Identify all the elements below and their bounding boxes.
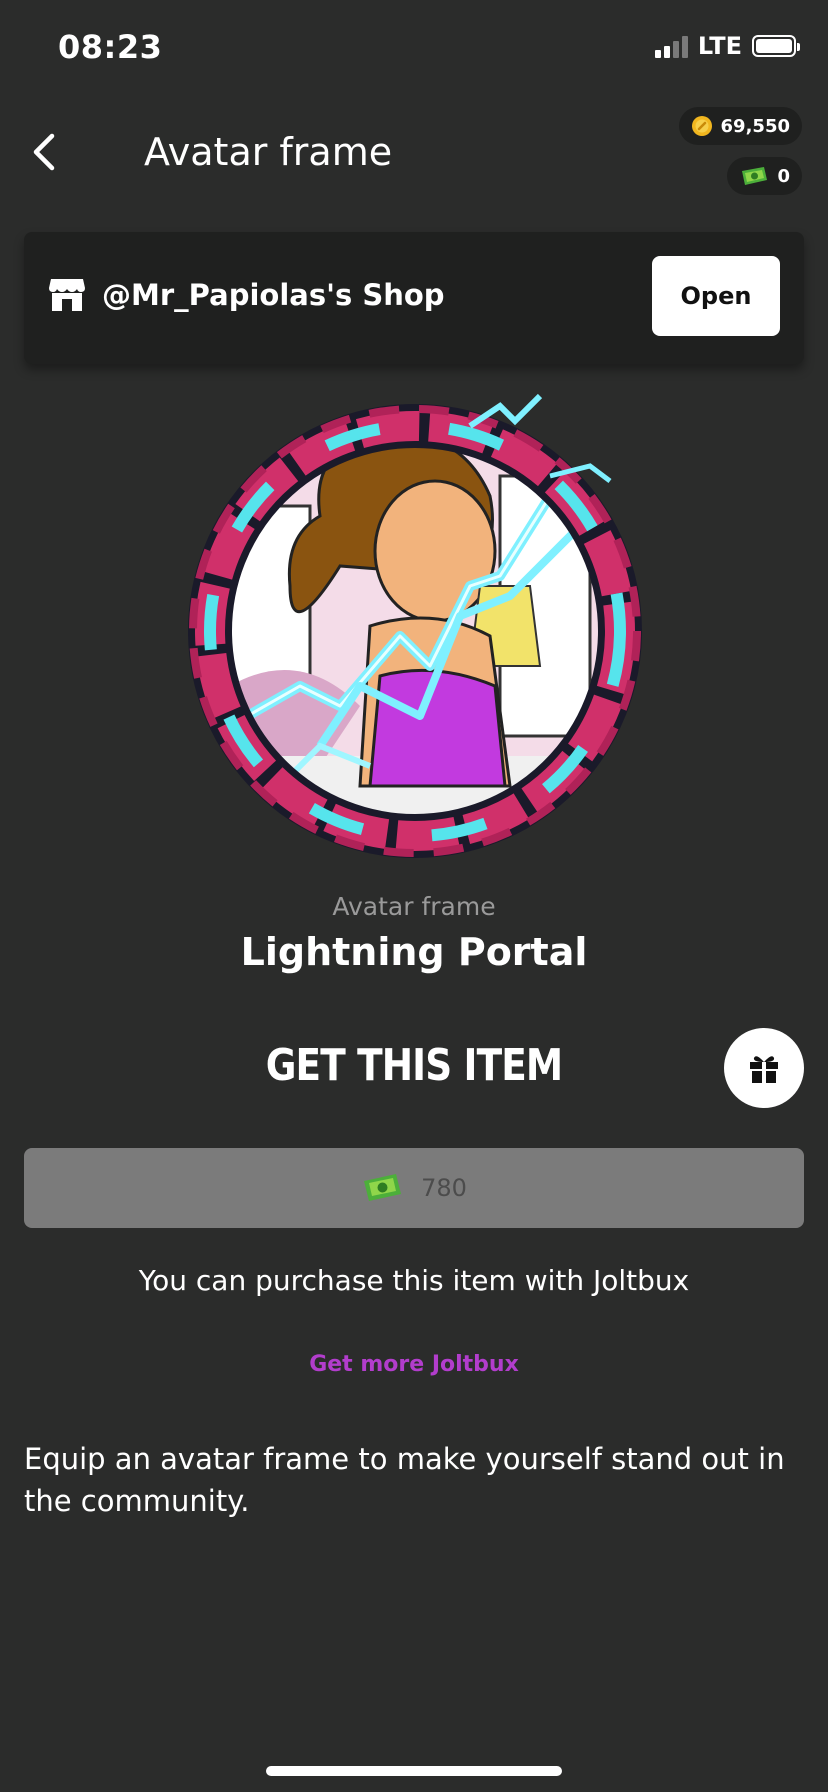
item-description: Equip an avatar frame to make yourself s… [24,1442,785,1518]
lightning-portal-frame-image [188,393,642,858]
purchase-button[interactable]: 780 [24,1148,804,1228]
chevron-left-icon [33,133,55,171]
shop-name: @Mr_Papiolas's Shop [102,278,445,312]
coin-count: 69,550 [720,115,790,137]
item-name: Lightning Portal [240,930,588,974]
purchase-note: You can purchase this item with Joltbux [138,1264,690,1297]
joltbux-bill-icon [742,167,768,185]
back-button[interactable] [26,128,66,176]
storefront-icon [49,279,85,311]
gift-button[interactable] [724,1028,804,1108]
shop-bar: @Mr_Papiolas's Shop Open [24,232,804,364]
battery-icon [752,35,800,57]
open-shop-button[interactable]: Open [652,256,780,336]
item-category: Avatar frame [332,892,496,921]
status-indicators: LTE [654,32,800,60]
status-time: 08:23 [58,28,163,66]
network-label: LTE [697,32,742,60]
joltbux-bill-icon [364,1174,402,1201]
price-label: 780 [421,1174,467,1202]
signal-icon [654,34,688,58]
gift-icon [750,1056,778,1083]
coin-balance[interactable]: 69,550 [678,107,802,145]
get-item-heading: GET THIS ITEM [265,1040,563,1091]
joltbux-balance[interactable]: 0 [727,157,802,195]
get-more-joltbux-link[interactable]: Get more Joltbux [0,1352,828,1377]
joltbux-count: 0 [777,165,790,187]
page-title: Avatar frame [144,130,393,174]
avatar-frame-preview [170,386,660,876]
gold-coin-icon [691,116,712,136]
home-indicator[interactable] [266,1766,562,1776]
